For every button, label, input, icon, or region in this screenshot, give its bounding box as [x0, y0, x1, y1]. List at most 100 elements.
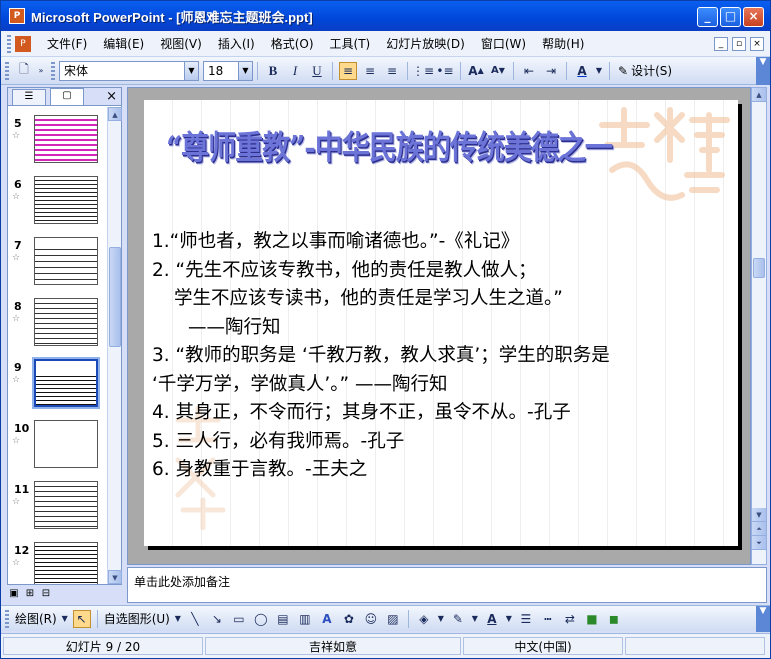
tab-slides[interactable]: ▢	[50, 88, 84, 105]
thumbnail-scrollbar[interactable]: ▲ ▼	[107, 107, 122, 584]
minimize-button[interactable]: _	[697, 7, 718, 27]
doc-minimize-button[interactable]: _	[714, 36, 728, 51]
slide-thumbnail[interactable]	[34, 420, 98, 468]
slide-thumbnail[interactable]	[34, 237, 98, 285]
toolbar-grip[interactable]	[5, 609, 9, 628]
chevron-down-icon[interactable]: ▼	[174, 610, 182, 628]
slide-thumbnail[interactable]	[34, 115, 98, 163]
slide-body-textbox[interactable]: 1.“师也者，教之以事而喻诸德也。”-《礼记》 2. “先生不应该专教书，他的责…	[152, 228, 732, 485]
close-icon[interactable]: ×	[106, 89, 117, 104]
menu-insert[interactable]: 插入(I)	[210, 35, 263, 52]
slide-title[interactable]: “尊师重教”-中华民族的传统美德之一	[166, 123, 686, 169]
list-item[interactable]: 6 ☆	[8, 174, 108, 234]
wordart-icon[interactable]: A	[318, 610, 336, 628]
slide-thumbnail[interactable]	[34, 481, 98, 529]
font-color-button[interactable]: A	[573, 62, 591, 80]
menu-file[interactable]: 文件(F)	[39, 35, 95, 52]
scroll-thumb[interactable]	[753, 258, 765, 278]
italic-button[interactable]: I	[286, 62, 304, 80]
list-item[interactable]: 8 ☆	[8, 296, 108, 356]
arrow-icon[interactable]: ↘	[208, 610, 226, 628]
list-item[interactable]: 11 ☆	[8, 479, 108, 539]
chevron-down-icon[interactable]: ▼	[184, 61, 198, 80]
rectangle-icon[interactable]: ▭	[230, 610, 248, 628]
decrease-font-icon[interactable]: A ▼	[489, 62, 507, 80]
maximize-button[interactable]: □	[720, 7, 741, 27]
chevron-down-icon[interactable]: ▼	[437, 610, 445, 628]
oval-icon[interactable]: ◯	[252, 610, 270, 628]
vertical-textbox-icon[interactable]: ▥	[296, 610, 314, 628]
slide-scrollbar[interactable]: ▲ ▼ ⏶ ⏷	[751, 87, 767, 565]
list-item[interactable]: 7 ☆	[8, 235, 108, 295]
document-icon[interactable]: P	[15, 35, 31, 52]
new-document-icon[interactable]: 🗋	[15, 62, 33, 80]
line-style-icon[interactable]: ☰	[517, 610, 535, 628]
chevron-down-icon[interactable]: ▼	[595, 62, 603, 80]
arrow-style-icon[interactable]: ⇄	[561, 610, 579, 628]
toolbar-options-icon[interactable]: ▼	[756, 56, 770, 85]
slide-thumbnail[interactable]	[34, 298, 98, 346]
underline-button[interactable]: U	[308, 62, 326, 80]
scroll-down-icon[interactable]: ▼	[108, 570, 122, 584]
3d-icon[interactable]: ◼	[605, 610, 623, 628]
textbox-icon[interactable]: ▤	[274, 610, 292, 628]
toolbar-options-icon[interactable]: ▼	[756, 605, 770, 632]
font-color-icon[interactable]: A	[483, 610, 501, 628]
increase-font-icon[interactable]: A ▲	[467, 62, 485, 80]
font-size-select[interactable]: 18 ▼	[203, 60, 253, 81]
scroll-up-icon[interactable]: ▲	[108, 107, 122, 121]
doc-restore-button[interactable]: ▫	[732, 36, 746, 51]
scroll-up-icon[interactable]: ▲	[752, 88, 766, 102]
draw-menu-button[interactable]: 绘图(R)	[13, 610, 59, 627]
menu-edit[interactable]: 编辑(E)	[95, 35, 152, 52]
slide-sorter-icon[interactable]: ⊞	[23, 587, 37, 601]
toolbar-grip[interactable]	[51, 61, 55, 80]
autoshapes-button[interactable]: 自选图形(U)	[102, 610, 172, 627]
picture-icon[interactable]: ▨	[384, 610, 402, 628]
diagram-icon[interactable]: ✿	[340, 610, 358, 628]
toolbar-options-icon[interactable]: »	[37, 62, 45, 80]
bullets-icon[interactable]: •≡	[436, 62, 454, 80]
notes-placeholder[interactable]: 单击此处添加备注	[134, 573, 230, 590]
slide-thumbnail-selected[interactable]	[32, 357, 100, 409]
slide-thumbnail[interactable]	[34, 542, 98, 584]
menu-help[interactable]: 帮助(H)	[534, 35, 592, 52]
slide-thumbnail[interactable]	[34, 176, 98, 224]
chevron-down-icon[interactable]: ▼	[238, 61, 252, 80]
menu-tools[interactable]: 工具(T)	[322, 35, 379, 52]
design-button[interactable]: ✎ 设计(S)	[614, 62, 676, 79]
align-left-icon[interactable]: ≡	[339, 61, 357, 80]
clipart-icon[interactable]: ☺	[362, 610, 380, 628]
list-item[interactable]: 9 ☆	[8, 357, 108, 417]
slideshow-icon[interactable]: ⊟	[39, 587, 53, 601]
numbering-icon[interactable]: ⋮≡	[412, 62, 434, 80]
select-pointer-icon[interactable]: ↖	[72, 609, 91, 628]
toolbar-grip[interactable]	[5, 61, 9, 80]
increase-indent-icon[interactable]: ⇥	[542, 62, 560, 80]
previous-slide-icon[interactable]: ⏶	[752, 522, 766, 536]
menu-slideshow[interactable]: 幻灯片放映(D)	[378, 35, 473, 52]
normal-view-icon[interactable]: ▣	[7, 587, 21, 601]
shadow-icon[interactable]: ■	[583, 610, 601, 628]
font-name-select[interactable]: 宋体 ▼	[59, 60, 199, 81]
decrease-indent-icon[interactable]: ⇤	[520, 62, 538, 80]
doc-close-button[interactable]: ×	[750, 36, 764, 51]
align-right-icon[interactable]: ≡	[383, 62, 401, 80]
dash-style-icon[interactable]: ┅	[539, 610, 557, 628]
line-icon[interactable]: ╲	[186, 610, 204, 628]
scroll-thumb[interactable]	[109, 247, 121, 347]
line-color-icon[interactable]: ✎	[449, 610, 467, 628]
close-button[interactable]: ×	[743, 7, 764, 27]
menu-format[interactable]: 格式(O)	[263, 35, 322, 52]
list-item[interactable]: 5 ☆	[8, 113, 108, 173]
menu-grip[interactable]	[7, 34, 11, 53]
chevron-down-icon[interactable]: ▼	[61, 610, 69, 628]
align-center-icon[interactable]: ≡	[361, 62, 379, 80]
bold-button[interactable]: B	[264, 62, 282, 80]
tab-outline[interactable]: ☰	[12, 89, 46, 105]
list-item[interactable]: 12 ☆	[8, 540, 108, 584]
menu-view[interactable]: 视图(V)	[152, 35, 210, 52]
powerpoint-icon[interactable]: P	[9, 8, 25, 24]
fill-color-icon[interactable]: ◈	[415, 610, 433, 628]
notes-pane[interactable]: 单击此处添加备注	[127, 567, 767, 603]
